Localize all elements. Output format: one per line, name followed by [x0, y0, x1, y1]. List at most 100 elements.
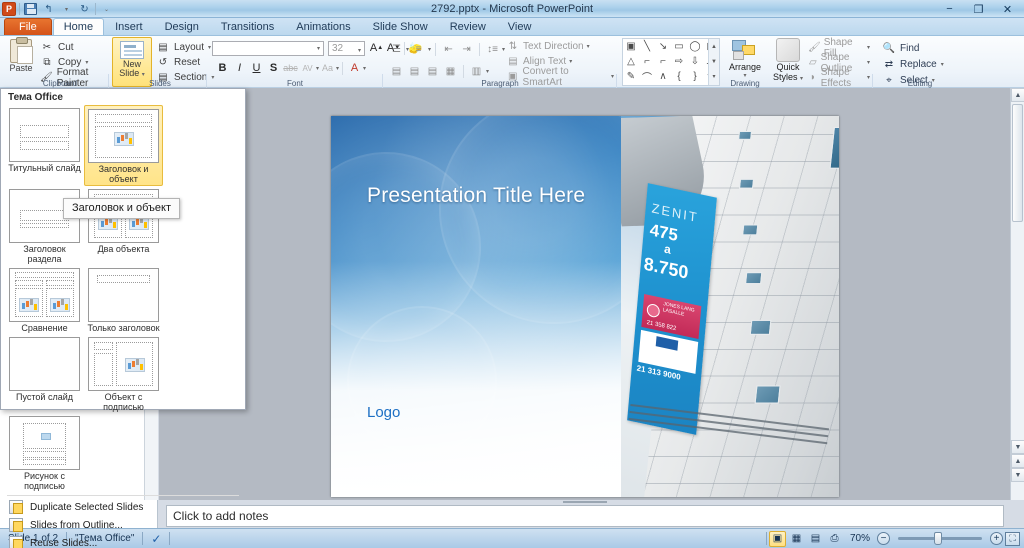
close-button[interactable]: ✕ [993, 1, 1022, 18]
strikethrough-button[interactable]: abc [282, 60, 299, 76]
slides-from-outline-command[interactable]: Slides from Outline... [1, 516, 245, 534]
quick-styles-button[interactable]: Quick Styles ▾ [768, 38, 808, 84]
bullets-button[interactable]: ☰ [388, 41, 405, 57]
tab-view[interactable]: View [497, 18, 543, 35]
font-name-input[interactable]: ▾ [212, 41, 324, 56]
elbow-arrow-shape-icon[interactable]: ⌐ [655, 54, 671, 69]
tab-transitions[interactable]: Transitions [210, 18, 285, 35]
chevron-down-icon[interactable]: ▾ [724, 72, 766, 79]
scroll-down-icon[interactable]: ▼ [1011, 440, 1024, 454]
character-spacing-button[interactable]: AV [299, 60, 316, 76]
bold-button[interactable]: B [214, 60, 231, 76]
oval-shape-icon[interactable]: ◯ [687, 39, 703, 54]
tab-slide-show[interactable]: Slide Show [362, 18, 439, 35]
reset-button[interactable]: ↺ Reset [156, 55, 214, 70]
chevron-down-icon[interactable]: ▾ [317, 45, 320, 52]
chevron-down-icon[interactable]: ▾ [428, 46, 431, 53]
slide-sorter-view-button[interactable]: ▦ [788, 531, 805, 547]
font-color-button[interactable]: A [346, 60, 363, 76]
down-arrow-shape-icon[interactable]: ⇩ [687, 54, 703, 69]
reading-view-button[interactable]: ▤ [807, 531, 824, 547]
slide-area-scrollbar[interactable]: ▲ ▼ ▲ ▼ [1010, 88, 1024, 500]
underline-button[interactable]: U [248, 60, 265, 76]
slide-title-text[interactable]: Presentation Title Here [367, 184, 585, 208]
layout-option-picture-with-caption[interactable]: Рисунок с подписью [5, 413, 84, 492]
chevron-down-icon[interactable]: ▾ [502, 46, 505, 53]
slide-show-view-button[interactable]: ⎙ [826, 531, 843, 547]
zoom-in-button[interactable]: + [990, 532, 1003, 545]
chevron-down-icon[interactable]: ▾ [867, 59, 870, 66]
tab-insert[interactable]: Insert [104, 18, 154, 35]
right-arrow-shape-icon[interactable]: ⇨ [671, 54, 687, 69]
slide-layout-gallery[interactable]: Тема Office Титульный слайд Заголовок и … [0, 88, 246, 548]
chevron-down-icon[interactable]: ▾ [336, 65, 339, 72]
zoom-out-button[interactable]: − [877, 532, 890, 545]
rectangle-shape-icon[interactable]: ▭ [671, 39, 687, 54]
arrange-button[interactable]: Arrange ▾ [724, 38, 766, 79]
find-button[interactable]: 🔍 Find [882, 40, 944, 56]
chevron-down-icon[interactable]: ▾ [569, 58, 572, 65]
align-left-button[interactable]: ▤ [388, 63, 405, 79]
layout-option-blank[interactable]: Пустой слайд [5, 334, 84, 413]
layout-option-content-with-caption[interactable]: Объект с подписью [84, 334, 163, 413]
slide-canvas[interactable]: ZENIT 475 a 8.750 JONES LANG LASALLE 21 … [331, 116, 839, 497]
zoom-slider[interactable] [898, 532, 982, 545]
align-center-button[interactable]: ▤ [406, 63, 423, 79]
numbering-button[interactable]: ≡ [410, 41, 427, 57]
next-slide-button[interactable]: ▼ [1011, 468, 1024, 482]
scrollbar-thumb[interactable] [1012, 104, 1023, 222]
line-spacing-button[interactable]: ↕≡ [484, 41, 501, 57]
tab-design[interactable]: Design [154, 18, 210, 35]
replace-button[interactable]: ⇄ Replace ▾ [882, 56, 944, 72]
grow-font-button[interactable]: A ▲ [368, 40, 385, 56]
columns-button[interactable]: ▥ [468, 63, 485, 79]
minimize-button[interactable]: − [935, 1, 964, 18]
justify-button[interactable]: ▦ [442, 63, 459, 79]
chevron-down-icon[interactable]: ▾ [363, 65, 366, 72]
textbox-shape-icon[interactable]: ▣ [623, 39, 639, 54]
normal-view-button[interactable]: ▣ [768, 530, 786, 547]
reuse-slides-command[interactable]: Reuse Slides... [1, 534, 245, 548]
text-direction-button[interactable]: ⇅ Text Direction ▾ [506, 39, 614, 54]
notes-pane[interactable]: Click to add notes [166, 505, 1004, 527]
chevron-down-icon[interactable]: ▾ [406, 46, 409, 53]
zoom-slider-thumb[interactable] [934, 532, 942, 545]
arrow-shape-icon[interactable]: ↘ [655, 39, 671, 54]
tab-file[interactable]: File [4, 18, 52, 35]
decrease-indent-button[interactable]: ⇤ [440, 41, 457, 57]
scroll-up-icon[interactable]: ▲ [709, 39, 719, 54]
cut-button[interactable]: ✂ Cut [40, 40, 108, 55]
tab-review[interactable]: Review [439, 18, 497, 35]
tab-animations[interactable]: Animations [285, 18, 361, 35]
slide-logo-text[interactable]: Logo [367, 404, 400, 421]
restore-button[interactable]: ❐ [964, 1, 993, 18]
tab-home[interactable]: Home [52, 18, 105, 35]
scroll-down-icon[interactable]: ▼ [709, 54, 719, 69]
chevron-down-icon[interactable]: ▾ [941, 61, 944, 68]
layout-option-title-and-content[interactable]: Заголовок и объект [84, 105, 163, 186]
layout-option-title-slide[interactable]: Титульный слайд [5, 105, 84, 186]
italic-button[interactable]: I [231, 60, 248, 76]
chevron-down-icon[interactable]: ▾ [358, 45, 361, 58]
scroll-up-icon[interactable]: ▲ [1011, 88, 1024, 102]
fit-to-window-button[interactable]: ⛶ [1005, 531, 1020, 546]
layout-option-comparison[interactable]: Сравнение [5, 265, 84, 334]
text-shadow-button[interactable]: S [265, 60, 282, 76]
duplicate-selected-slides-command[interactable]: Duplicate Selected Slides [1, 498, 245, 516]
chevron-down-icon[interactable]: ▾ [587, 43, 590, 50]
chevron-down-icon[interactable]: ▾ [486, 68, 489, 75]
notes-splitter[interactable] [166, 500, 1004, 504]
previous-slide-button[interactable]: ▲ [1011, 454, 1024, 468]
layout-option-title-only[interactable]: Только заголовок [84, 265, 163, 334]
chevron-down-icon[interactable]: ▾ [85, 59, 88, 66]
align-right-button[interactable]: ▤ [424, 63, 441, 79]
elbow-shape-icon[interactable]: ⌐ [639, 54, 655, 69]
triangle-shape-icon[interactable]: △ [623, 54, 639, 69]
font-size-input[interactable]: 32 ▾ [328, 41, 365, 56]
chevron-down-icon[interactable]: ▾ [611, 73, 614, 80]
line-shape-icon[interactable]: ╲ [639, 39, 655, 54]
chevron-down-icon[interactable]: ▾ [867, 44, 870, 51]
increase-indent-button[interactable]: ⇥ [458, 41, 475, 57]
change-case-button[interactable]: Aa [319, 60, 336, 76]
layout-button[interactable]: ▤ Layout ▾ [156, 40, 214, 55]
